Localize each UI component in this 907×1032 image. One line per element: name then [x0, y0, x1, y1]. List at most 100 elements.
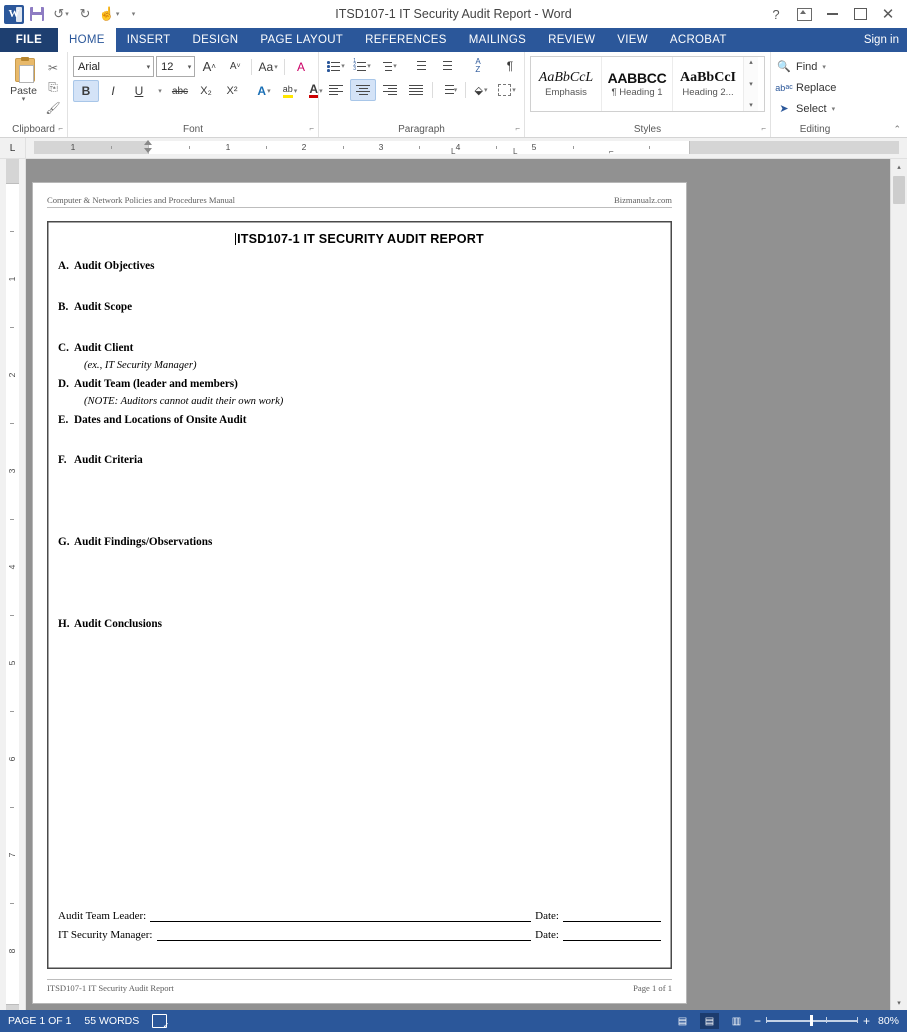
zoom-level[interactable]: 80% — [878, 1015, 899, 1027]
align-right-button[interactable] — [378, 80, 402, 100]
font-dialog-launcher[interactable]: ⌐ — [309, 122, 314, 136]
tab-view[interactable]: VIEW — [606, 28, 659, 52]
section-item-a[interactable]: A. Audit Objectives — [48, 260, 671, 272]
text-effects-button[interactable]: A ▾ — [252, 81, 276, 101]
signature-line[interactable] — [150, 910, 532, 922]
restore-button[interactable] — [847, 2, 873, 26]
shrink-font-button[interactable]: A ˅ — [223, 57, 247, 77]
tab-references[interactable]: REFERENCES — [354, 28, 458, 52]
hanging-indent-marker[interactable] — [144, 148, 152, 153]
customize-qat-button[interactable]: ▾ — [122, 3, 144, 25]
section-item-h[interactable]: H. Audit Conclusions — [48, 618, 671, 630]
touch-caret-icon[interactable]: ▾ — [116, 10, 120, 18]
collapse-ribbon-button[interactable]: ⌃ — [893, 124, 901, 135]
styles-scroll-up-button[interactable]: ▴ — [749, 58, 753, 67]
select-button[interactable]: ➤ Select ▾ — [776, 99, 854, 118]
page-indicator[interactable]: PAGE 1 OF 1 — [8, 1015, 71, 1027]
section-item-e[interactable]: E. Dates and Locations of Onsite Audit — [48, 414, 671, 426]
grow-font-button[interactable]: A ˄ — [197, 57, 221, 77]
paste-caret-icon[interactable]: ▾ — [22, 96, 26, 103]
paragraph-dialog-launcher[interactable]: ⌐ — [515, 122, 520, 136]
tab-stop-marker[interactable]: ⌐ — [609, 148, 614, 156]
signature-row-it-security-manager[interactable]: IT Security Manager: Date: — [58, 929, 661, 941]
save-button[interactable] — [26, 3, 48, 25]
align-left-button[interactable] — [324, 80, 348, 100]
word-count[interactable]: 55 WORDS — [84, 1015, 139, 1027]
undo-caret-icon[interactable]: ▾ — [65, 10, 69, 18]
underline-button[interactable]: U — [127, 81, 151, 101]
scroll-down-button[interactable]: ▾ — [891, 995, 907, 1010]
clipboard-dialog-launcher[interactable]: ⌐ — [58, 122, 63, 136]
read-mode-button[interactable]: ▤ — [673, 1013, 692, 1029]
tab-file[interactable]: FILE — [0, 28, 58, 52]
text-highlight-button[interactable]: ab ▾ — [278, 81, 302, 101]
decrease-indent-button[interactable] — [408, 56, 432, 76]
tab-acrobat[interactable]: ACROBAT — [659, 28, 738, 52]
show-formatting-marks-button[interactable]: ¶ — [498, 56, 522, 76]
numbering-button[interactable]: 1 2 3 ▾ — [350, 56, 374, 76]
find-caret-icon[interactable]: ▾ — [822, 63, 826, 71]
strikethrough-button[interactable]: abc — [168, 81, 192, 101]
borders-button[interactable]: ▾ — [495, 80, 519, 100]
shading-button[interactable]: ⬙ ▾ — [469, 80, 493, 100]
tab-insert[interactable]: INSERT — [116, 28, 182, 52]
align-center-button[interactable] — [350, 79, 376, 101]
select-caret-icon[interactable]: ▾ — [832, 105, 836, 113]
zoom-thumb[interactable] — [809, 1015, 813, 1027]
line-spacing-button[interactable]: ▾ — [437, 80, 461, 100]
sort-button[interactable]: AZ — [466, 56, 490, 76]
touch-mouse-mode-button[interactable]: ☝ ▾ — [98, 3, 120, 25]
zoom-slider[interactable]: − + — [754, 1015, 870, 1027]
styles-more-button[interactable]: ▾ — [749, 101, 753, 110]
section-item-f[interactable]: F. Audit Criteria — [48, 454, 671, 466]
tab-mailings[interactable]: MAILINGS — [458, 28, 537, 52]
zoom-in-button[interactable]: + — [863, 1015, 870, 1027]
tab-review[interactable]: REVIEW — [537, 28, 606, 52]
paste-button[interactable]: Paste ▾ — [5, 56, 42, 116]
document-canvas[interactable]: Computer & Network Policies and Procedur… — [26, 159, 890, 1010]
section-item-d[interactable]: D. Audit Team (leader and members) — [48, 378, 671, 390]
minimize-button[interactable] — [819, 2, 845, 26]
style-emphasis[interactable]: AaBbCcL Emphasis — [531, 57, 602, 111]
copy-button[interactable]: ⎘ — [44, 79, 62, 96]
document-page[interactable]: Computer & Network Policies and Procedur… — [33, 183, 686, 1003]
redo-button[interactable]: ↻ — [74, 3, 96, 25]
zoom-track[interactable] — [765, 1015, 858, 1027]
help-button[interactable]: ? — [763, 2, 789, 26]
tab-stop-marker[interactable]: L — [451, 148, 455, 156]
style-heading-1[interactable]: AABBCC ¶ Heading 1 — [602, 57, 673, 111]
increase-indent-button[interactable] — [434, 56, 458, 76]
cut-button[interactable]: ✂ — [44, 59, 62, 76]
signature-line[interactable] — [156, 929, 532, 941]
bullets-button[interactable]: ▾ — [324, 56, 348, 76]
zoom-out-button[interactable]: − — [754, 1015, 761, 1027]
web-layout-button[interactable]: ▥ — [727, 1013, 746, 1029]
italic-button[interactable]: I — [101, 81, 125, 101]
close-button[interactable]: ✕ — [875, 2, 901, 26]
format-painter-button[interactable]: 🖌 — [44, 99, 62, 116]
styles-dialog-launcher[interactable]: ⌐ — [761, 122, 766, 136]
undo-button[interactable]: ↺ ▾ — [50, 3, 72, 25]
section-item-g[interactable]: G. Audit Findings/Observations — [48, 536, 671, 548]
replace-button[interactable]: ab ac Replace — [775, 78, 854, 97]
tab-stop-marker[interactable]: L — [513, 148, 517, 156]
horizontal-ruler[interactable]: 1 1 2 3 4 5 L L ⌐ — [26, 138, 907, 158]
date-line[interactable] — [563, 929, 661, 941]
change-case-button[interactable]: Aa ▾ — [256, 57, 280, 77]
bold-button[interactable]: B — [73, 80, 99, 102]
styles-scroll-down-button[interactable]: ▾ — [749, 80, 753, 89]
tab-stop-selector[interactable]: L — [0, 138, 26, 158]
multilevel-list-button[interactable]: ▾ — [376, 56, 400, 76]
justify-button[interactable] — [404, 80, 428, 100]
clear-formatting-button[interactable]: A — [289, 57, 313, 77]
section-item-b[interactable]: B. Audit Scope — [48, 301, 671, 313]
signature-row-audit-team-leader[interactable]: Audit Team Leader: Date: — [58, 910, 661, 922]
sign-in-link[interactable]: Sign in — [864, 28, 907, 52]
underline-caret-button[interactable]: ▾ — [153, 81, 166, 101]
font-name-combobox[interactable]: Arial ▾ — [73, 56, 155, 77]
find-button[interactable]: 🔍 Find ▾ — [776, 57, 854, 76]
print-layout-button[interactable]: ▤ — [699, 1013, 719, 1029]
style-heading-2[interactable]: AaBbCcI Heading 2... — [673, 57, 744, 111]
first-line-indent-marker[interactable] — [144, 140, 152, 145]
scroll-up-button[interactable]: ▴ — [891, 159, 907, 174]
